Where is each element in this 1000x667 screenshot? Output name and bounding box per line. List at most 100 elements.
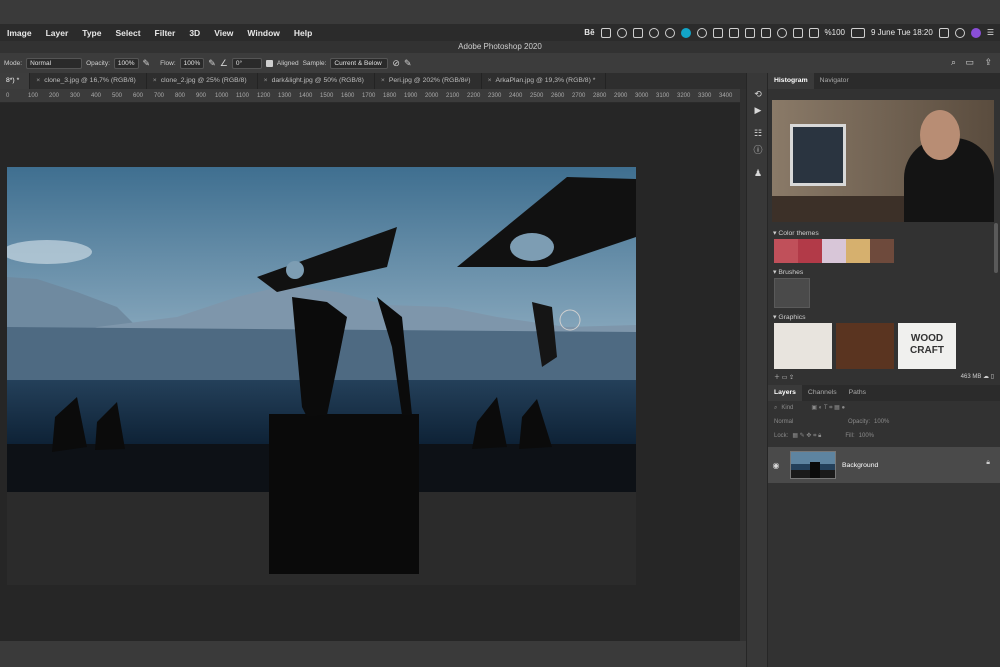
tab-clone-3[interactable]: × clone_3.jpg @ 16,7% (RGB/8) xyxy=(30,73,147,89)
menu-window[interactable]: Window xyxy=(240,28,287,38)
graphic-notebook[interactable] xyxy=(836,323,894,369)
info-icon[interactable]: ⓘ xyxy=(753,145,763,155)
airplay-icon[interactable] xyxy=(744,27,755,38)
graphic-wood-craft[interactable]: WOOD CRAFT xyxy=(898,323,956,369)
control-strip-icon[interactable] xyxy=(938,27,949,38)
user-icon[interactable] xyxy=(696,27,707,38)
properties-icon[interactable]: ☷ xyxy=(753,128,763,138)
angle-field[interactable]: 0° xyxy=(231,57,262,69)
layer-row-background[interactable]: ◉ Background 🔒︎ xyxy=(768,447,1000,483)
panel-scrollbar[interactable] xyxy=(994,223,998,273)
close-icon[interactable]: × xyxy=(264,77,268,84)
horizontal-ruler[interactable]: 0 100 200 300 400 500 600 700 800 900 10… xyxy=(0,89,740,103)
display-icon[interactable] xyxy=(792,27,803,38)
battery-percent[interactable]: %100 xyxy=(825,28,845,37)
search-icon[interactable] xyxy=(954,27,965,38)
canvas-area[interactable] xyxy=(0,103,740,641)
battery-icon[interactable] xyxy=(851,27,865,38)
creative-cloud-icon[interactable] xyxy=(648,27,659,38)
bluetooth-icon[interactable] xyxy=(728,27,739,38)
close-icon[interactable]: × xyxy=(36,77,40,84)
close-icon[interactable]: × xyxy=(153,77,157,84)
siri-icon[interactable] xyxy=(970,27,981,38)
brushes-heading[interactable]: ▾ Brushes xyxy=(768,267,1000,278)
document-image[interactable] xyxy=(7,167,636,585)
menu-select[interactable]: Select xyxy=(108,28,147,38)
tab-layers[interactable]: Layers xyxy=(768,385,802,401)
menu-image[interactable]: Image xyxy=(0,28,39,38)
swatch-2[interactable] xyxy=(798,239,822,263)
opacity-field[interactable]: 100% xyxy=(113,57,139,69)
menu-3d[interactable]: 3D xyxy=(182,28,207,38)
menu-help[interactable]: Help xyxy=(287,28,319,38)
tab-current-document[interactable]: 8*) * xyxy=(0,73,31,89)
add-icon[interactable]: ＋ xyxy=(774,375,780,381)
swatch-5[interactable] xyxy=(870,239,894,263)
kind-dropdown[interactable]: Kind xyxy=(781,405,793,411)
cloud-icon[interactable]: ☁ xyxy=(983,374,989,380)
search-toolbar-icon[interactable]: ⌕ xyxy=(951,57,956,68)
tab-arkaplan[interactable]: × ArkaPlan.jpg @ 19,3% (RGB/8) * xyxy=(482,73,607,89)
ignore-adjustment-icon[interactable]: ⊘ xyxy=(392,58,400,69)
filter-search-icon[interactable]: ⌕ xyxy=(774,405,777,412)
folder-icon[interactable]: ▭ xyxy=(782,375,788,381)
stamp-icon[interactable]: ♟ xyxy=(753,168,763,178)
tab-peri[interactable]: × Peri.jpg @ 202% (RGB/8#) xyxy=(375,73,482,89)
swatch-3[interactable] xyxy=(822,239,846,263)
sample-dropdown[interactable]: Current & Below xyxy=(330,57,389,69)
menu-view[interactable]: View xyxy=(207,28,240,38)
color-themes-swatches xyxy=(774,239,1000,263)
share-icon[interactable]: ⇪ xyxy=(984,57,992,68)
clock-icon[interactable] xyxy=(776,27,787,38)
upload-icon[interactable]: ⇪ xyxy=(789,375,794,381)
grid-app-icon[interactable] xyxy=(600,27,611,38)
close-icon[interactable]: × xyxy=(488,77,492,84)
blend-mode-dropdown[interactable]: Normal xyxy=(774,419,844,425)
filter-icons[interactable]: ▣ ◐ T ⌗ ▦ ● xyxy=(811,404,845,412)
close-icon[interactable]: × xyxy=(381,77,385,84)
lock-icons[interactable]: ▦ ✎ ✥ ⌗ 🔒︎ xyxy=(792,432,821,440)
dropbox-icon[interactable] xyxy=(712,27,723,38)
menu-layer[interactable]: Layer xyxy=(39,28,76,38)
opacity-value[interactable]: 100% xyxy=(874,419,889,425)
tab-navigator[interactable]: Navigator xyxy=(814,73,855,89)
monitor-app-icon[interactable] xyxy=(632,27,643,38)
layer-name[interactable]: Background xyxy=(842,462,878,469)
pressure-opacity-icon[interactable]: ✎ xyxy=(143,58,151,69)
tab-clone-2[interactable]: × clone_2.jpg @ 25% (RGB/8) xyxy=(147,73,258,89)
eye-icon[interactable]: ◉ xyxy=(768,461,784,470)
graphic-tag[interactable] xyxy=(774,323,832,369)
color-themes-heading[interactable]: ▾ Color themes xyxy=(768,228,1000,239)
wifi-icon[interactable] xyxy=(808,27,819,38)
brush-preset[interactable] xyxy=(774,278,810,308)
globe-icon[interactable] xyxy=(616,27,627,38)
workspace-icon[interactable]: ▭ xyxy=(965,57,974,68)
tab-paths[interactable]: Paths xyxy=(843,385,872,401)
play-icon[interactable]: ▶ xyxy=(753,105,763,115)
airbrush-icon[interactable]: ✎ xyxy=(208,58,216,69)
date-time[interactable]: 9 June Tue 18:20 xyxy=(871,28,933,37)
swatch-1[interactable] xyxy=(774,239,798,263)
webcam-overlay xyxy=(772,100,994,222)
aligned-checkbox[interactable] xyxy=(265,59,273,67)
fill-value[interactable]: 100% xyxy=(859,433,874,439)
notification-list-icon[interactable]: ☰ xyxy=(987,28,994,37)
flow-field[interactable]: 100% xyxy=(179,57,205,69)
graphics-heading[interactable]: ▾ Graphics xyxy=(768,312,1000,323)
menu-filter[interactable]: Filter xyxy=(148,28,183,38)
shield-icon[interactable] xyxy=(664,27,675,38)
skype-icon[interactable] xyxy=(680,27,691,38)
behance-icon[interactable]: Bē xyxy=(584,28,594,37)
menu-type[interactable]: Type xyxy=(75,28,108,38)
volume-icon[interactable] xyxy=(760,27,771,38)
mode-dropdown[interactable]: Normal xyxy=(26,57,83,69)
tab-histogram[interactable]: Histogram xyxy=(768,73,814,89)
tab-dark-light[interactable]: × dark&light.jpg @ 50% (RGB/8) xyxy=(258,73,375,89)
swatch-4[interactable] xyxy=(846,239,870,263)
history-icon[interactable]: ⟲ xyxy=(753,89,763,99)
trash-icon[interactable]: ▯ xyxy=(991,374,994,380)
pressure-size-icon[interactable]: ✎ xyxy=(404,58,412,69)
lock-icon[interactable]: 🔒︎ xyxy=(986,459,990,467)
ruler-tick: 2700 xyxy=(572,93,586,99)
tab-channels[interactable]: Channels xyxy=(802,385,843,401)
